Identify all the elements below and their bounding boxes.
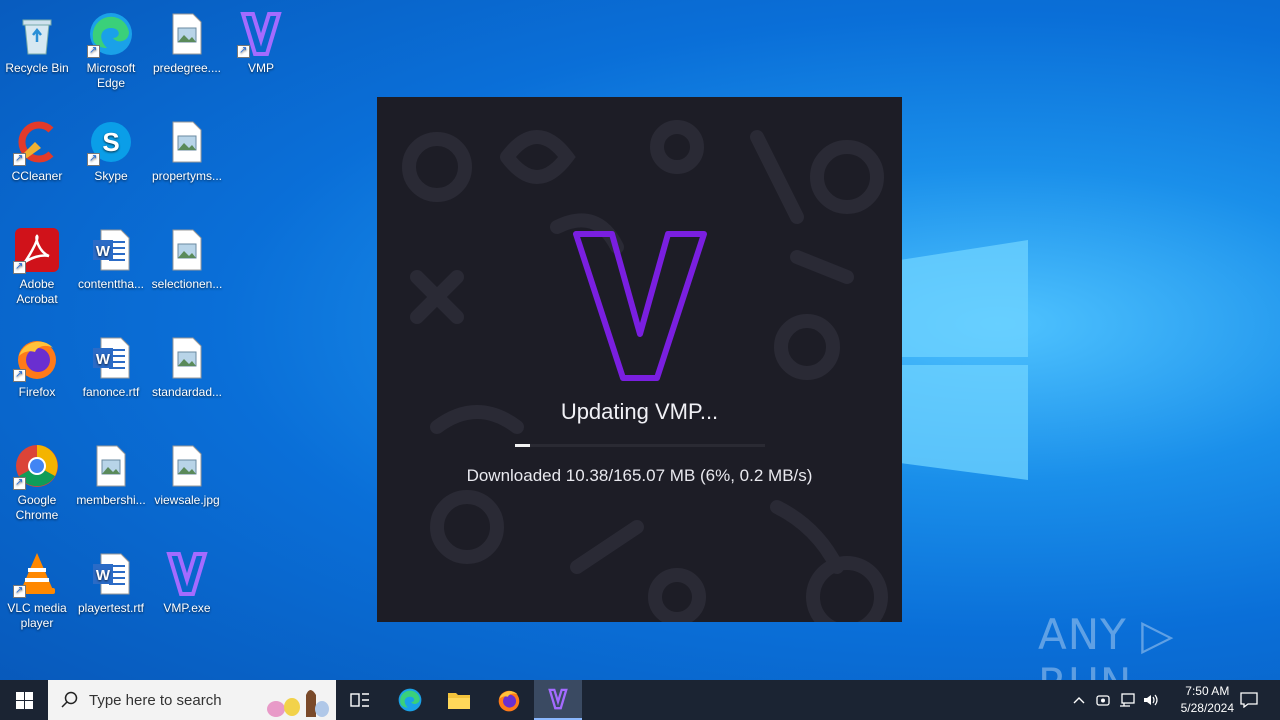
desktop-icon-recycle-bin[interactable]: Recycle Bin — [0, 4, 74, 76]
desktop-icon-vmp-exe[interactable]: VMP.exe — [150, 544, 224, 616]
image-file-icon — [172, 13, 202, 55]
desktop-icon-label: Google Chrome — [15, 493, 59, 522]
desktop-icon-adobe-acrobat[interactable]: Adobe Acrobat — [0, 220, 74, 307]
image-file-icon — [96, 445, 126, 487]
clock-time: 7:50 AM — [1185, 684, 1230, 698]
desktop-icon-viewsale[interactable]: viewsale.jpg — [150, 436, 224, 508]
search-highlight-illustration-icon — [267, 690, 329, 717]
desktop-icon-label: contenttha... — [77, 277, 145, 291]
image-file-icon — [172, 121, 202, 163]
vmp-icon — [166, 552, 208, 596]
desktop-icon-vlc[interactable]: VLC media player — [0, 544, 74, 631]
desktop-icon-firefox[interactable]: Firefox — [0, 328, 74, 400]
volume-icon — [1144, 694, 1158, 706]
tray-app-icon — [1096, 695, 1110, 706]
download-progress-fill — [515, 444, 530, 447]
edge-icon — [398, 688, 422, 712]
folder-icon — [448, 693, 470, 709]
desktop-icon-membershi[interactable]: membershi... — [74, 436, 148, 508]
notification-icon — [1240, 692, 1258, 708]
firefox-icon — [498, 690, 520, 712]
show-hidden-icons-button[interactable] — [1068, 680, 1090, 720]
tray-volume-button[interactable] — [1140, 680, 1162, 720]
desktop-icon-label: fanonce.rtf — [82, 385, 140, 399]
vmp-logo-icon — [573, 231, 707, 381]
desktop-icon-google-chrome[interactable]: Google Chrome — [0, 436, 74, 523]
desktop-icon-label: VMP.exe — [163, 601, 211, 615]
taskbar: Type here to search 7:50 AM 5/28/2024 — [0, 680, 1280, 720]
taskbar-firefox-button[interactable] — [485, 680, 533, 720]
desktop-icon-label: selectionen... — [151, 277, 223, 291]
chevron-up-icon — [1073, 697, 1085, 704]
windows-start-icon — [15, 691, 33, 709]
svg-text:S: S — [102, 127, 119, 157]
image-file-icon — [172, 229, 202, 271]
download-progress-bar — [515, 444, 765, 447]
desktop-icon-label: Adobe Acrobat — [16, 277, 58, 306]
desktop-icon-vmp[interactable]: VMP — [224, 4, 298, 76]
desktop-icon-ccleaner[interactable]: CCleaner — [0, 112, 74, 184]
desktop-icon-skype[interactable]: S Skype — [74, 112, 148, 184]
taskbar-edge-button[interactable] — [386, 680, 434, 720]
desktop-icon-label: membershi... — [76, 493, 146, 507]
desktop-icon-label: playertest.rtf — [77, 601, 145, 615]
desktop-icon-fanonce[interactable]: W fanonce.rtf — [74, 328, 148, 400]
svg-text:W: W — [96, 243, 111, 260]
task-view-icon — [350, 693, 369, 707]
recycle-bin-icon — [22, 19, 52, 55]
update-title: Updating VMP... — [560, 399, 719, 424]
desktop-icon-selectionen[interactable]: selectionen... — [150, 220, 224, 292]
vmp-icon — [548, 688, 568, 710]
taskbar-clock[interactable]: 7:50 AM 5/28/2024 — [1181, 683, 1234, 717]
taskbar-search-box[interactable]: Type here to search — [48, 680, 336, 720]
desktop-icon-label: Skype — [94, 169, 128, 183]
desktop-icon-playertest[interactable]: W playertest.rtf — [74, 544, 148, 616]
desktop-icon-label: predegree.... — [152, 61, 222, 75]
image-file-icon — [172, 445, 202, 487]
taskbar-file-explorer-button[interactable] — [435, 680, 483, 720]
taskbar-vmp-button[interactable] — [534, 680, 582, 720]
desktop-icon-standardad[interactable]: standardad... — [150, 328, 224, 400]
word-file-icon: W — [93, 229, 130, 271]
search-placeholder: Type here to search — [89, 691, 222, 709]
desktop-icon-microsoft-edge[interactable]: Microsoft Edge — [74, 4, 148, 91]
desktop-icon-propertyms[interactable]: propertyms... — [150, 112, 224, 184]
desktop-icon-label: Firefox — [18, 385, 56, 399]
svg-text:W: W — [96, 567, 111, 584]
start-button[interactable] — [0, 680, 48, 720]
download-status-text: Downloaded 10.38/165.07 MB (6%, 0.2 MB/s… — [466, 466, 813, 485]
desktop-icon-predegree[interactable]: predegree.... — [150, 4, 224, 76]
search-icon — [61, 691, 78, 708]
image-file-icon — [172, 337, 202, 379]
windows-logo-wallpaper — [900, 240, 1028, 480]
desktop-icon-label: CCleaner — [11, 169, 63, 183]
svg-text:W: W — [96, 351, 111, 368]
word-file-icon: W — [93, 337, 130, 379]
word-file-icon: W — [93, 553, 130, 595]
task-view-button[interactable] — [336, 680, 384, 720]
desktop-icon-label: viewsale.jpg — [154, 493, 220, 507]
desktop-icon-contenttha[interactable]: W contenttha... — [74, 220, 148, 292]
action-center-button[interactable] — [1234, 680, 1264, 720]
desktop-icon-label: Microsoft Edge — [86, 61, 136, 90]
desktop-icon-label: propertyms... — [151, 169, 223, 183]
desktop-icon-label: VMP — [247, 61, 274, 75]
vmp-updater-window: Updating VMP... Downloaded 10.38/165.07 … — [377, 97, 902, 622]
tray-meet-now-button[interactable] — [1092, 680, 1114, 720]
tray-network-button[interactable] — [1116, 680, 1138, 720]
network-icon — [1120, 693, 1135, 707]
clock-date: 5/28/2024 — [1180, 701, 1234, 715]
desktop-icon-label: standardad... — [151, 385, 223, 399]
desktop-icon-label: VLC media player — [7, 601, 67, 630]
desktop-icon-label: Recycle Bin — [5, 61, 69, 75]
